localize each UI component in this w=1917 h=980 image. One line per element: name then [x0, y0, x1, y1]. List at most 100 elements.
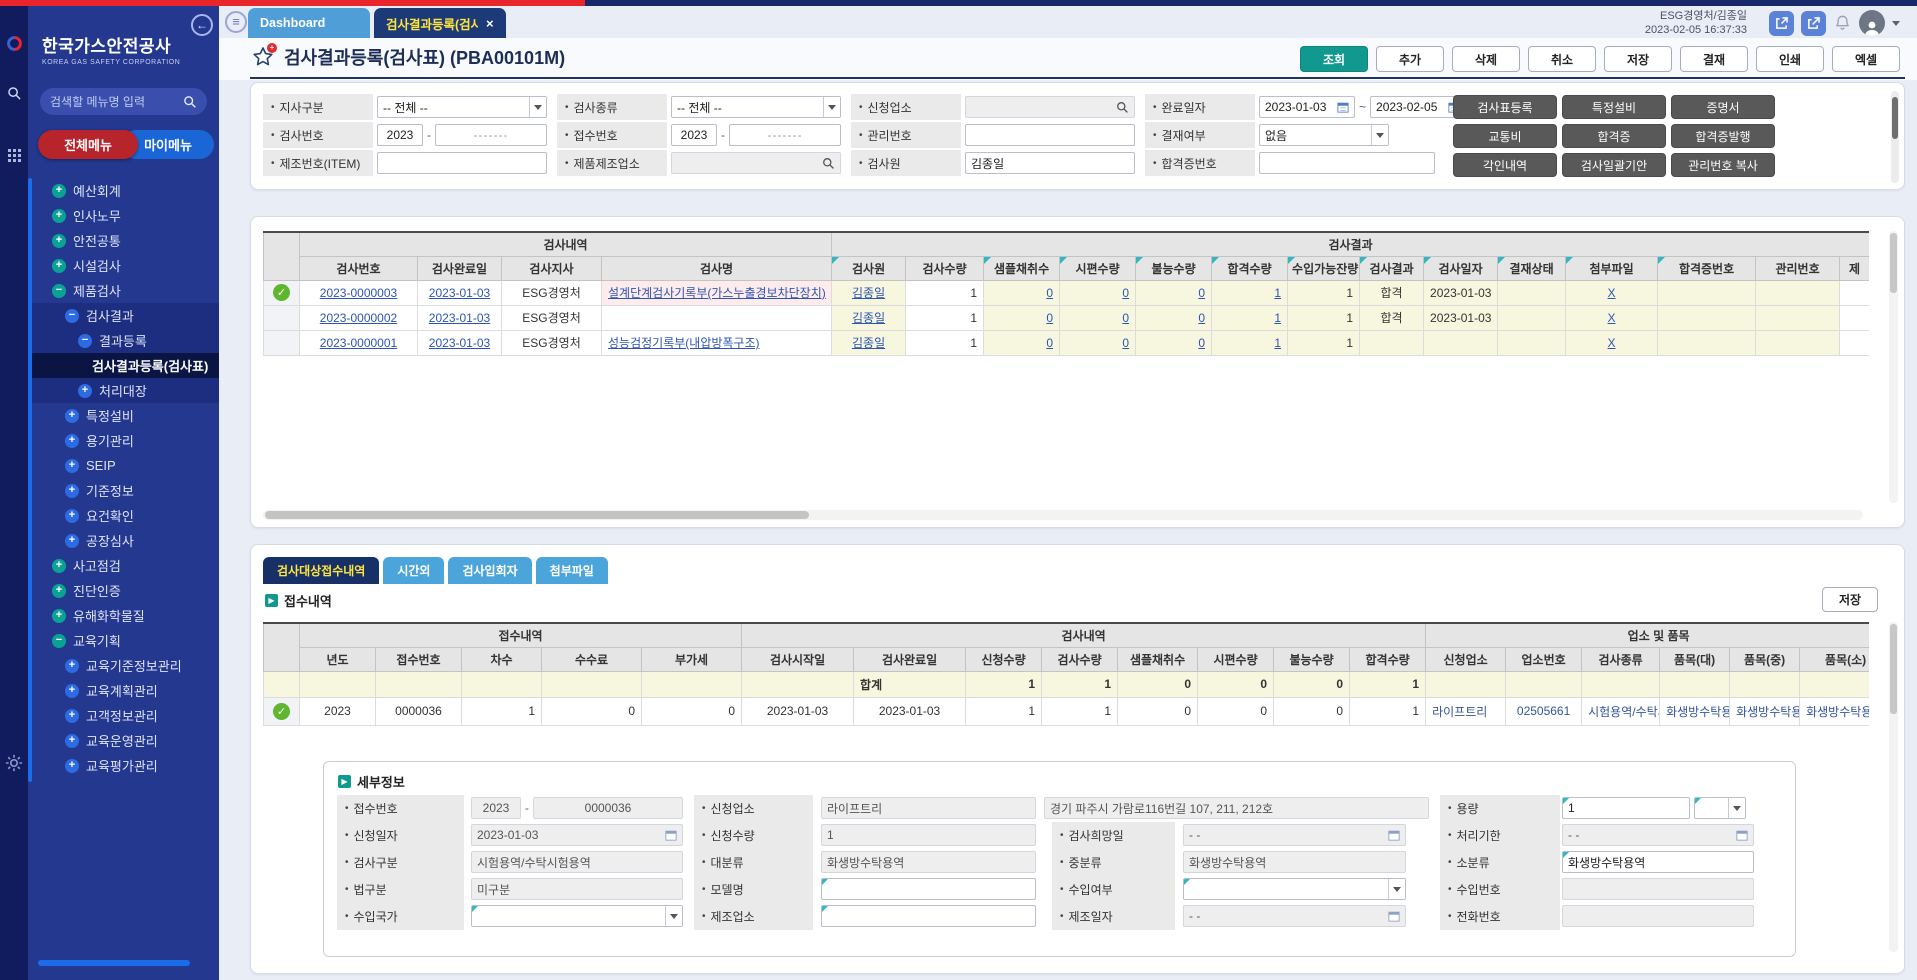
- grid-cell[interactable]: 2023-0000002: [300, 305, 418, 330]
- grid-cell-link[interactable]: 김종일: [852, 286, 885, 300]
- inspector-field[interactable]: 김종일: [965, 152, 1135, 174]
- category-small-field[interactable]: 화생방수탁용역: [1562, 851, 1754, 873]
- lower-vertical-scrollbar[interactable]: [1889, 622, 1898, 952]
- search-icon[interactable]: [5, 84, 23, 102]
- lower-tab[interactable]: 검사대상접수내역: [263, 557, 379, 584]
- grid-column-header[interactable]: 불능수량: [1274, 647, 1350, 671]
- grid-cell[interactable]: 0: [1060, 280, 1136, 305]
- grid-cell[interactable]: 1: [906, 280, 984, 305]
- filter-tool-button[interactable]: 특정설비: [1562, 95, 1666, 119]
- sidebar-item[interactable]: +교육계획관리: [28, 678, 219, 703]
- grid-cell[interactable]: 0: [1136, 280, 1212, 305]
- complete-date-from-field[interactable]: 2023-01-03: [1259, 96, 1355, 118]
- grid-column-header[interactable]: 샘플채취수: [1118, 647, 1198, 671]
- popout-edit-icon[interactable]: [1801, 11, 1826, 36]
- grid-cell[interactable]: 2023-0000003: [300, 280, 418, 305]
- grid-cell[interactable]: 0: [1274, 697, 1350, 725]
- row-selector-cell[interactable]: ✓: [264, 697, 300, 725]
- grid-column-header[interactable]: 검사번호: [300, 256, 418, 280]
- grid-cell-link[interactable]: 0: [1122, 286, 1129, 300]
- sidebar-hscrollbar[interactable]: [38, 960, 190, 966]
- grid-horizontal-scrollbar[interactable]: [263, 510, 1863, 520]
- filter-tool-button[interactable]: 검사표등록: [1453, 95, 1557, 119]
- grid-cell[interactable]: 화생방수탁용역: [1660, 697, 1730, 725]
- certificate-no-field[interactable]: [1259, 152, 1435, 174]
- tab-current-page[interactable]: 검사결과등록(검사×: [374, 8, 506, 38]
- grid-cell[interactable]: [1756, 330, 1840, 355]
- grid-cell[interactable]: [1658, 305, 1756, 330]
- grid-column-header[interactable]: 합격증번호: [1658, 256, 1756, 280]
- grid-cell-link[interactable]: 2023-0000001: [320, 336, 397, 350]
- grid-cell-link[interactable]: 김종일: [852, 336, 885, 350]
- grid-column-header[interactable]: 결재상태: [1498, 256, 1566, 280]
- grid-cell[interactable]: 김종일: [832, 305, 906, 330]
- product-maker-search-field[interactable]: [671, 152, 841, 174]
- grid-cell[interactable]: [1498, 280, 1566, 305]
- filter-tool-button[interactable]: 증명서: [1671, 95, 1775, 119]
- grid-cell[interactable]: 0: [1118, 697, 1198, 725]
- grid-column-header[interactable]: 수수료: [542, 647, 642, 671]
- grid-cell[interactable]: 0000036: [376, 697, 462, 725]
- lower-tab[interactable]: 검사입회자: [448, 557, 531, 584]
- inspection-kind-select[interactable]: -- 전체 --: [671, 96, 841, 118]
- grid-cell[interactable]: ESG경영처: [502, 305, 602, 330]
- grid-cell[interactable]: [1756, 305, 1840, 330]
- grid-cell[interactable]: 0: [1198, 697, 1274, 725]
- bell-icon[interactable]: [1833, 14, 1852, 33]
- grid-cell[interactable]: 2023-0000001: [300, 330, 418, 355]
- grid-cell[interactable]: 1: [966, 697, 1042, 725]
- row-selector-cell[interactable]: [264, 330, 300, 355]
- grid-column-header[interactable]: 첨부파일: [1566, 256, 1658, 280]
- grid-cell[interactable]: 1: [1042, 697, 1118, 725]
- grid-cell[interactable]: [1498, 330, 1566, 355]
- inspection-no-serial-field[interactable]: -------: [435, 124, 547, 146]
- table-row[interactable]: ✓2023-00000032023-01-03ESG경영처설계단계검사기록부(가…: [264, 280, 1870, 305]
- sidebar-item[interactable]: +교육운영관리: [28, 728, 219, 753]
- grid-cell[interactable]: [1840, 305, 1869, 330]
- grid-cell[interactable]: 2023-01-03: [418, 305, 502, 330]
- filter-tool-button[interactable]: 교통비: [1453, 124, 1557, 148]
- action-button[interactable]: 인쇄: [1756, 46, 1824, 72]
- row-selector-cell[interactable]: ✓: [264, 280, 300, 305]
- grid-column-header[interactable]: 신청업소: [1426, 647, 1506, 671]
- grid-cell[interactable]: 1: [1212, 280, 1288, 305]
- capacity-unit-select[interactable]: [1694, 797, 1746, 819]
- approval-status-select[interactable]: 없음: [1259, 124, 1389, 146]
- grid-cell[interactable]: [1424, 330, 1498, 355]
- tab-close-icon[interactable]: ×: [486, 16, 494, 31]
- grid-cell[interactable]: [1840, 330, 1869, 355]
- row-selector-cell[interactable]: [264, 305, 300, 330]
- grid-column-header[interactable]: 검사종류: [1582, 647, 1660, 671]
- grid-cell-link[interactable]: 1: [1274, 311, 1281, 325]
- grid-column-header[interactable]: 검사완료일: [854, 647, 966, 671]
- grid-cell[interactable]: 0: [984, 330, 1060, 355]
- filter-tool-button[interactable]: 검사일괄기안: [1562, 153, 1666, 177]
- sidebar-item[interactable]: +사고점검: [28, 553, 219, 578]
- imported-select[interactable]: [1183, 878, 1406, 900]
- grid-vertical-scrollbar[interactable]: [1889, 231, 1898, 503]
- grid-column-header[interactable]: 검사수량: [1042, 647, 1118, 671]
- item-serial-field[interactable]: [377, 152, 547, 174]
- grid-cell-link[interactable]: 0: [1122, 311, 1129, 325]
- action-button[interactable]: 결재: [1680, 46, 1748, 72]
- grid-column-header[interactable]: 품목(소): [1800, 647, 1869, 671]
- receipt-no-serial-field[interactable]: -------: [729, 124, 841, 146]
- grid-column-header[interactable]: 부가세: [642, 647, 742, 671]
- filter-tool-button[interactable]: 각인내역: [1453, 153, 1557, 177]
- grid-cell[interactable]: 시험용역/수탁시험용역: [1582, 697, 1660, 725]
- action-button[interactable]: 취소: [1528, 46, 1596, 72]
- sidebar-item[interactable]: −결과등록: [28, 328, 219, 353]
- grid-cell-link[interactable]: 성능검정기록부(내압방폭구조): [608, 336, 760, 350]
- avatar[interactable]: [1859, 10, 1885, 36]
- grid-cell-link[interactable]: 1: [1274, 336, 1281, 350]
- sidebar-item[interactable]: +처리대장: [28, 378, 219, 403]
- management-no-field[interactable]: [965, 124, 1135, 146]
- filter-tool-button[interactable]: 합격증: [1562, 124, 1666, 148]
- grid-column-header[interactable]: 검사완료일: [418, 256, 502, 280]
- grid-column-header[interactable]: 시편수량: [1198, 647, 1274, 671]
- table-row[interactable]: ✓202300000361002023-01-032023-01-0311000…: [264, 697, 1870, 725]
- grid-column-header[interactable]: 검사명: [602, 256, 832, 280]
- grid-column-header[interactable]: 년도: [300, 647, 376, 671]
- action-button[interactable]: 엑셀: [1832, 46, 1900, 72]
- grid-cell[interactable]: 2023-01-03: [1424, 280, 1498, 305]
